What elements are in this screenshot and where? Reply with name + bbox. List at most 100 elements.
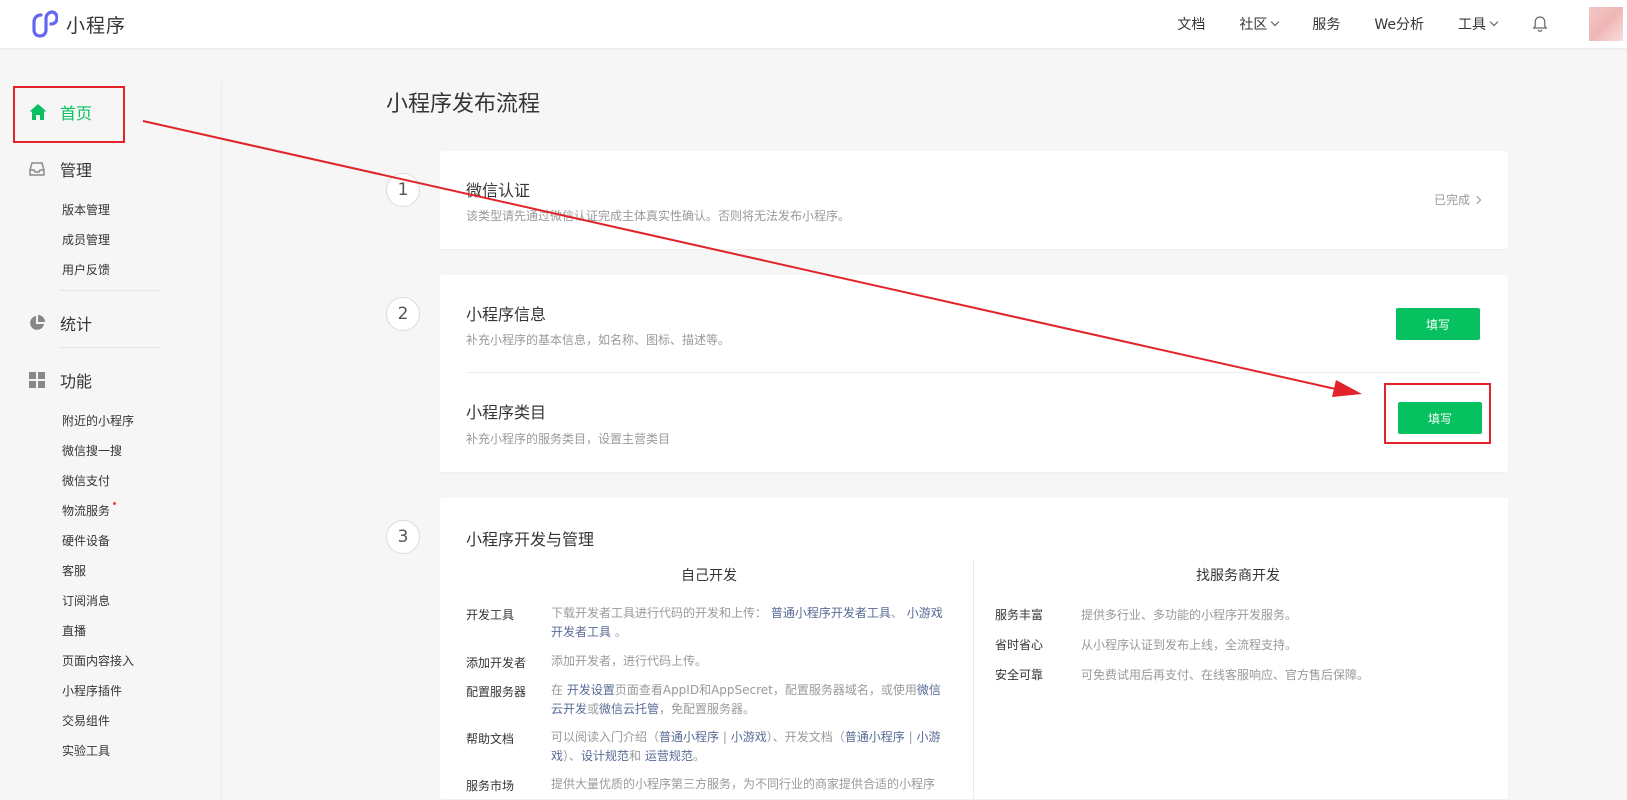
row-label-dev-tools: 开发工具	[466, 608, 515, 622]
sidebar-section-features[interactable]: 功能	[28, 368, 92, 392]
nav-we-analysis-label: We分析	[1374, 17, 1424, 33]
sidebar-item-logistics[interactable]: 物流服务	[62, 502, 117, 519]
step-card-desc: 该类型请先通过微信认证完成主体真实性确认。否则将无法发布小程序。	[466, 209, 851, 223]
sidebar-item-version-manage[interactable]: 版本管理	[62, 201, 110, 218]
step-card-dev-manage: 小程序开发与管理 自己开发 找服务商开发 开发工具 下载开发者工具进行代码的开发…	[440, 498, 1508, 800]
step-card-title: 微信认证	[466, 181, 531, 200]
text: ，免配置服务器。	[659, 702, 756, 716]
row-label-help-docs: 帮助文档	[466, 732, 515, 746]
fill-info-button[interactable]: 填写	[1396, 308, 1480, 340]
sidebar-section-stats[interactable]: 统计	[28, 311, 92, 335]
pie-chart-icon	[30, 315, 45, 330]
step-number-1: 1	[386, 173, 420, 207]
text: 可以阅读入门介绍（	[551, 730, 660, 744]
row-text-market: 提供大量优质的小程序第三方服务，为不同行业的商家提供合适的小程序	[551, 775, 951, 794]
status-done-label: 已完成	[1433, 193, 1470, 207]
sidebar-item-subscribe-msg[interactable]: 订阅消息	[62, 592, 110, 609]
row-text-help-docs: 可以阅读入门介绍（普通小程序 | 小游戏）、开发文档（普通小程序 | 小游戏）、…	[551, 728, 951, 766]
text: 页面查看AppID和AppSecret，配置服务器域名，或使用	[614, 683, 917, 697]
self-dev-heading: 自己开发	[681, 568, 737, 584]
link-intro-normal[interactable]: 普通小程序	[659, 730, 719, 744]
logo[interactable]: 小程序	[30, 10, 126, 38]
info-title: 小程序信息	[466, 305, 547, 324]
sidebar: 首页 管理 版本管理 成员管理 用户反馈 统计 功能 附近的小程序 微信搜一搜 …	[0, 82, 222, 799]
nav-we-analysis[interactable]: We分析	[1374, 14, 1424, 34]
sidebar-item-hardware[interactable]: 硬件设备	[62, 532, 110, 549]
provider-dev-heading: 找服务商开发	[1196, 568, 1280, 584]
provider-text-secure: 可免费试用后再支付、在线客服响应、官方售后保障。	[1081, 668, 1370, 682]
info-desc: 补充小程序的基本信息，如名称、图标、描述等。	[466, 333, 731, 347]
text: 。	[614, 625, 627, 639]
column-divider	[973, 560, 974, 800]
category-title: 小程序类目	[466, 403, 547, 422]
top-nav: 文档 社区 服务 We分析 工具	[1177, 0, 1627, 48]
row-text-server: 在 开发设置页面查看AppID和AppSecret，配置服务器域名，或使用微信云…	[551, 681, 951, 719]
sidebar-item-page-content[interactable]: 页面内容接入	[62, 652, 134, 669]
nav-tools-label: 工具	[1458, 17, 1486, 33]
sidebar-item-logistics-label: 物流服务	[62, 504, 111, 518]
step-card-wechat-verify: 微信认证 该类型请先通过微信认证完成主体真实性确认。否则将无法发布小程序。 已完…	[440, 151, 1508, 249]
row-label-market: 服务市场	[466, 779, 515, 793]
row-text-dev-tools: 下载开发者工具进行代码的开发和上传： 普通小程序开发者工具、 小游戏开发者工具 …	[551, 604, 951, 642]
nav-docs[interactable]: 文档	[1177, 14, 1205, 34]
nav-services[interactable]: 服务	[1312, 14, 1340, 34]
sidebar-section-manage-label: 管理	[60, 161, 93, 180]
sidebar-item-live[interactable]: 直播	[62, 622, 86, 639]
link-operation-spec[interactable]: 运营规范	[645, 749, 693, 763]
chevron-right-icon	[1472, 195, 1482, 204]
provider-label-save-time: 省时省心	[995, 638, 1044, 652]
status-done-link[interactable]: 已完成	[1433, 191, 1482, 208]
nav-community[interactable]: 社区	[1239, 14, 1280, 34]
card-divider	[466, 372, 1480, 373]
text: 下载开发者工具进行代码的开发和上传：	[551, 606, 768, 620]
sidebar-section-manage[interactable]: 管理	[28, 157, 92, 181]
sidebar-section-features-label: 功能	[60, 372, 93, 391]
nav-community-label: 社区	[1239, 17, 1268, 33]
link-docs-normal[interactable]: 普通小程序	[845, 730, 905, 744]
provider-label-secure: 安全可靠	[995, 668, 1044, 682]
sidebar-item-wechat-pay[interactable]: 微信支付	[62, 472, 110, 489]
sidebar-item-nearby[interactable]: 附近的小程序	[62, 412, 134, 429]
nav-tools[interactable]: 工具	[1458, 14, 1499, 34]
new-badge-dot	[113, 502, 117, 505]
text: 添加开发者，进行代码上传。	[551, 654, 708, 668]
link-intro-game[interactable]: 小游戏	[731, 730, 767, 744]
sidebar-divider	[60, 347, 160, 348]
avatar[interactable]	[1589, 7, 1623, 41]
sidebar-section-stats-label: 统计	[60, 315, 93, 334]
sidebar-item-user-feedback[interactable]: 用户反馈	[62, 261, 110, 278]
mini-program-logo-icon	[32, 10, 58, 38]
row-label-add-dev: 添加开发者	[466, 656, 527, 670]
provider-label-rich: 服务丰富	[995, 608, 1044, 622]
nav-services-label: 服务	[1312, 17, 1341, 33]
link-dev-settings[interactable]: 开发设置	[567, 683, 615, 697]
step-number-2: 2	[386, 297, 420, 331]
sidebar-item-customer-service[interactable]: 客服	[62, 562, 86, 579]
provider-text-save-time: 从小程序认证到发布上线，全流程支持。	[1081, 638, 1298, 652]
sidebar-item-member-manage[interactable]: 成员管理	[62, 231, 110, 248]
sidebar-item-trade[interactable]: 交易组件	[62, 712, 110, 729]
text: 、	[890, 606, 903, 620]
link-design-spec[interactable]: 设计规范	[581, 749, 629, 763]
sidebar-item-plugins[interactable]: 小程序插件	[62, 682, 122, 699]
text: ）、	[563, 749, 582, 763]
text: 或	[587, 702, 600, 716]
sidebar-item-wechat-search[interactable]: 微信搜一搜	[62, 442, 122, 459]
provider-text-rich: 提供多行业、多功能的小程序开发服务。	[1081, 608, 1298, 622]
logo-text: 小程序	[66, 14, 127, 37]
annotation-box-home	[13, 86, 125, 143]
text: 和	[629, 749, 642, 763]
text: |	[908, 730, 913, 744]
text: 。	[692, 749, 705, 763]
bell-icon[interactable]	[1531, 15, 1549, 33]
link-wechat-cloud-hosting[interactable]: 微信云托管	[599, 702, 659, 716]
chevron-down-icon	[1271, 17, 1280, 27]
category-desc: 补充小程序的服务类目，设置主营类目	[466, 432, 671, 446]
text: 提供大量优质的小程序第三方服务，为不同行业的商家提供合适的小程序	[551, 777, 936, 791]
top-bar: 小程序 文档 社区 服务 We分析 工具	[0, 0, 1627, 48]
link-normal-devtools[interactable]: 普通小程序开发者工具	[771, 606, 891, 620]
sidebar-divider	[60, 290, 160, 291]
sidebar-item-lab-tools[interactable]: 实验工具	[62, 742, 110, 759]
annotation-box-fill-category	[1384, 383, 1491, 444]
page-title: 小程序发布流程	[386, 92, 541, 117]
